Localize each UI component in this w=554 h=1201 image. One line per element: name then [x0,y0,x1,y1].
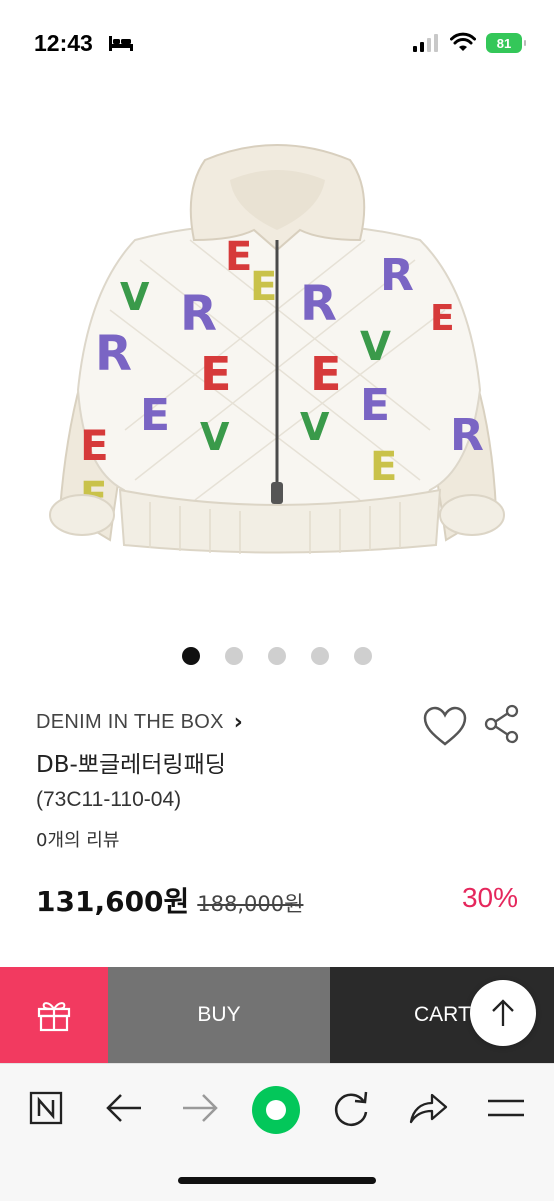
status-bar: 12:43 81 [0,0,554,90]
menu-icon[interactable] [486,1090,526,1126]
svg-text:R: R [450,410,484,461]
brand-link[interactable]: DENIM IN THE BOX › [36,710,243,735]
back-arrow-icon[interactable] [104,1090,144,1126]
arrow-up-icon [492,999,514,1026]
signal-icon [413,34,438,52]
brand-name: DENIM IN THE BOX [36,711,224,733]
svg-text:E: E [310,347,341,401]
product-image[interactable]: R R R R R E E E E E E E E E V V V V E [0,90,554,630]
svg-text:E: E [80,421,109,470]
scroll-top-button[interactable] [470,980,536,1046]
heart-icon[interactable] [422,705,468,747]
svg-text:E: E [140,390,170,441]
naver-icon[interactable] [28,1090,64,1126]
green-dot-icon[interactable] [251,1085,301,1135]
buy-button[interactable]: BUY [108,967,330,1063]
svg-text:R: R [380,250,414,301]
forward-arrow-icon[interactable] [180,1090,220,1126]
sale-price: 131,600원 [36,885,190,918]
home-indicator [178,1177,376,1184]
gallery-pagination [0,647,554,665]
svg-text:R: R [95,326,132,382]
gallery-dot[interactable] [354,647,372,665]
svg-text:E: E [360,380,390,431]
bed-icon [109,36,133,51]
discount-rate: 30% [461,882,518,913]
svg-text:E: E [200,347,231,401]
gift-button[interactable] [0,967,108,1063]
price-row: 131,600원 188,000원 [36,880,303,920]
refresh-icon[interactable] [332,1090,372,1128]
svg-text:V: V [120,275,150,319]
product-name: DB-뽀글레터링패딩 [36,752,226,778]
svg-text:V: V [300,405,330,449]
wifi-icon [450,32,476,51]
svg-text:E: E [225,234,252,280]
review-count[interactable]: 0개의 리뷰 [36,826,119,852]
gallery-dot[interactable] [225,647,243,665]
gallery-dot[interactable] [182,647,200,665]
gift-icon [37,1002,71,1032]
svg-text:E: E [430,298,455,339]
svg-text:R: R [300,276,337,332]
svg-text:V: V [200,415,230,459]
share-arrow-icon[interactable] [407,1090,449,1126]
svg-text:V: V [360,324,391,370]
svg-text:E: E [370,444,397,490]
svg-text:E: E [250,264,277,310]
gallery-dot[interactable] [311,647,329,665]
original-price: 188,000원 [197,892,304,916]
gallery-dot[interactable] [268,647,286,665]
status-time: 12:43 [34,30,93,56]
svg-text:R: R [180,286,217,342]
chevron-right-icon: › [233,710,243,735]
battery-indicator: 81 [486,33,526,53]
product-code: (73C11-110-04) [36,788,182,811]
share-icon[interactable] [483,704,521,744]
